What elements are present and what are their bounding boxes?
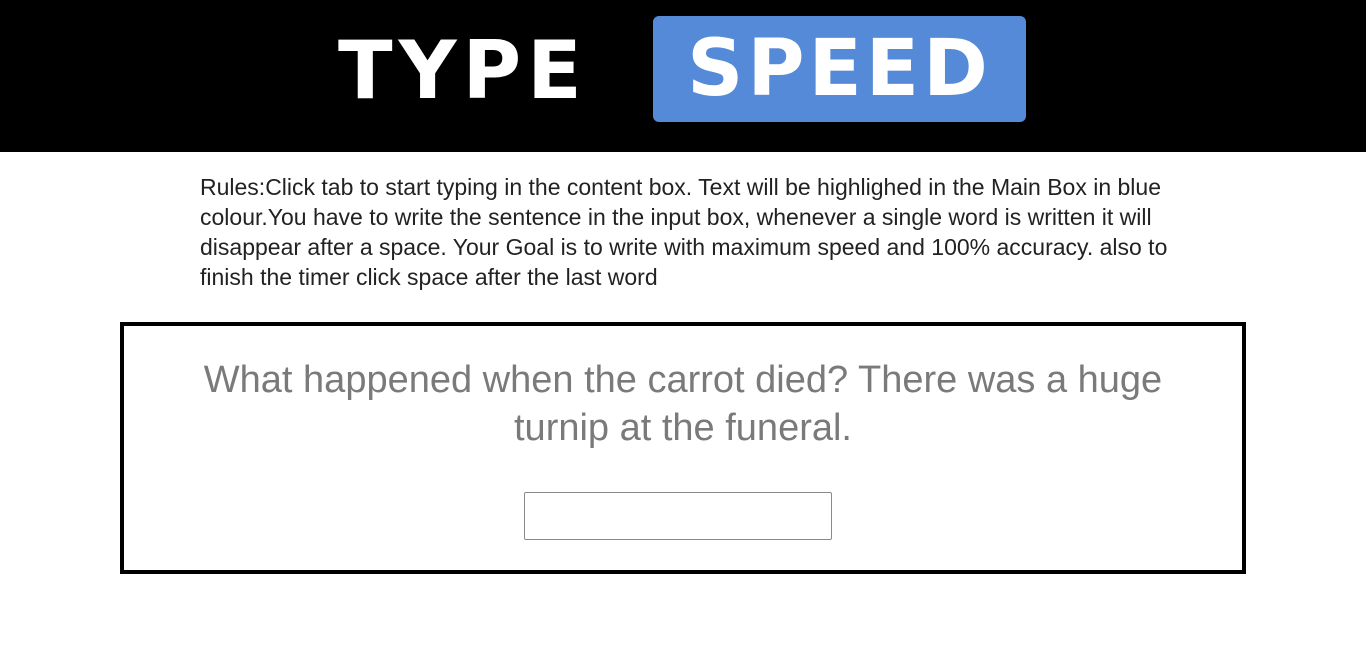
typing-input[interactable] <box>524 492 832 540</box>
header-bar: TYPE SPEED <box>0 0 1366 152</box>
logo-speed-text: SPEED <box>687 24 992 114</box>
target-sentence: What happened when the carrot died? Ther… <box>203 359 1163 449</box>
rules-text: Rules:Click tab to start typing in the c… <box>200 174 1168 290</box>
main-content-box: What happened when the carrot died? Ther… <box>120 322 1246 574</box>
logo-speed-badge: SPEED <box>653 16 1026 122</box>
logo-type-text: TYPE <box>338 24 588 117</box>
